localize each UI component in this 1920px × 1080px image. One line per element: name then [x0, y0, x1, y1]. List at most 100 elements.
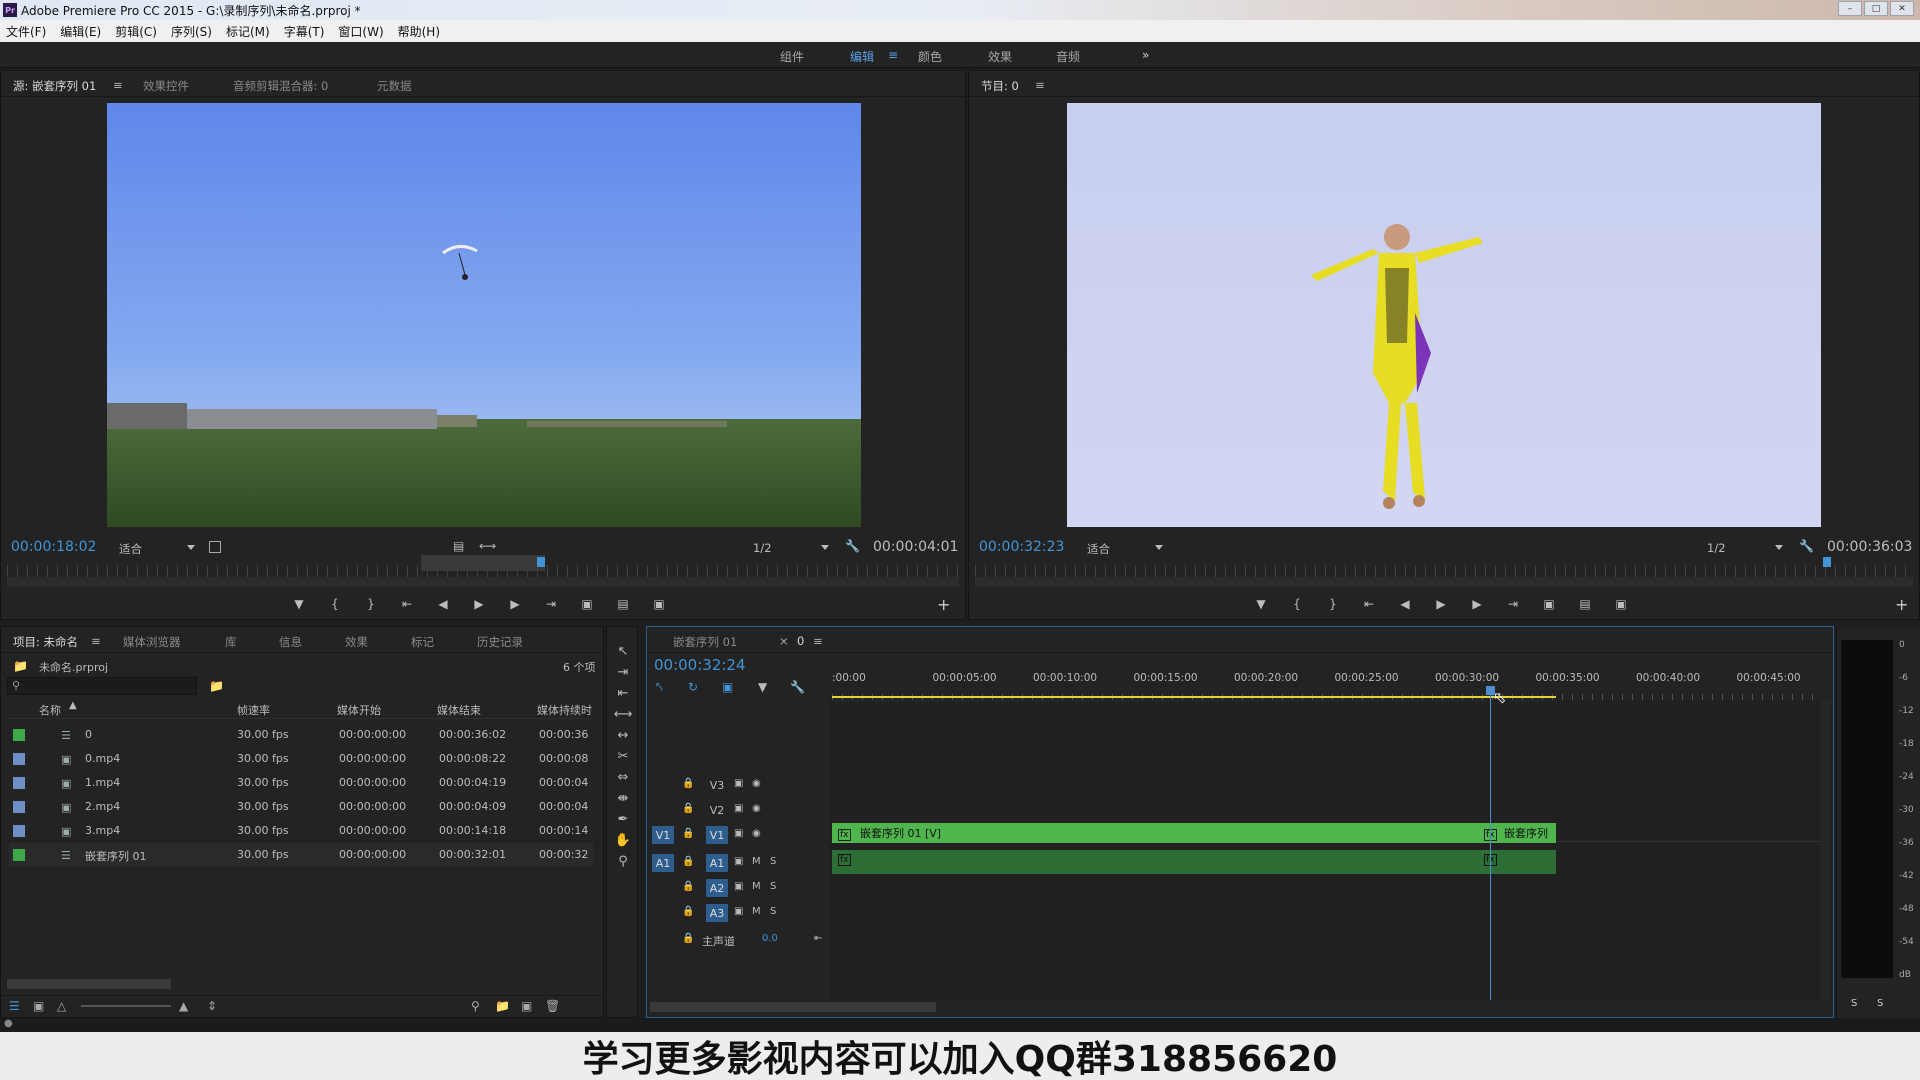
- table-row[interactable]: ▣ 0.mp4 30.00 fps 00:00:00:00 00:00:08:22 00:…: [9, 747, 593, 771]
- overwrite-icon[interactable]: ▤: [613, 595, 633, 613]
- rolling-edit-tool-icon[interactable]: ⟷: [614, 706, 633, 722]
- insert-icon[interactable]: ▣: [577, 595, 597, 613]
- hand-tool-icon[interactable]: ✋: [615, 832, 631, 848]
- new-bin-icon[interactable]: 📁: [495, 999, 510, 1013]
- tab-history[interactable]: 历史记录: [477, 634, 523, 650]
- workspace-editing[interactable]: 编辑: [850, 48, 874, 65]
- table-row[interactable]: ☰ 0 30.00 fps 00:00:00:00 00:00:36:02 00:00:3…: [9, 723, 593, 747]
- track-target-toggle[interactable]: V1: [706, 826, 728, 844]
- source-zoom-scrollbar[interactable]: [7, 577, 959, 587]
- go-to-in-icon[interactable]: ⇤: [1359, 595, 1379, 613]
- zoom-slider[interactable]: [81, 1005, 171, 1007]
- tab-audio-clip-mixer[interactable]: 音频剪辑混合器: 0: [233, 78, 328, 94]
- freeform-view-icon[interactable]: △: [57, 999, 66, 1013]
- column-media-start[interactable]: 媒体开始: [337, 702, 381, 718]
- timeline-horizontal-scrollbar[interactable]: [650, 1002, 936, 1012]
- tab-sequence-nested-01[interactable]: 嵌套序列 01: [673, 634, 737, 650]
- menu-sequence[interactable]: 序列(S): [171, 23, 212, 40]
- tab-source[interactable]: 源: 嵌套序列 01: [13, 78, 96, 94]
- play-icon[interactable]: ▶: [1431, 595, 1451, 613]
- add-marker-timeline-icon[interactable]: ▣: [722, 680, 733, 694]
- label-color-swatch[interactable]: [13, 825, 25, 837]
- new-item-icon[interactable]: ▣: [521, 999, 532, 1013]
- tab-effects[interactable]: 效果: [345, 634, 368, 650]
- table-row[interactable]: ☰ 嵌套序列 01 30.00 fps 00:00:00:00 00:00:32:01 0…: [9, 843, 593, 867]
- go-to-out-icon[interactable]: ⇤: [814, 933, 822, 944]
- table-row[interactable]: ▣ 3.mp4 30.00 fps 00:00:00:00 00:00:14:18 00:…: [9, 819, 593, 843]
- program-video-frame[interactable]: [1067, 103, 1821, 527]
- program-fit-dropdown[interactable]: 适合: [1087, 541, 1163, 557]
- close-tab-icon[interactable]: ×: [779, 634, 789, 648]
- timeline-panel-menu-icon[interactable]: ≡: [813, 634, 823, 648]
- menu-title[interactable]: 字幕(T): [284, 23, 325, 40]
- project-panel-menu-icon[interactable]: ≡: [91, 634, 101, 648]
- clip-a1-audio[interactable]: fx: [832, 850, 1478, 874]
- lock-icon[interactable]: 🔒: [682, 778, 694, 789]
- column-media-end[interactable]: 媒体结束: [437, 702, 481, 718]
- source-patch-toggle[interactable]: A1: [652, 854, 674, 872]
- maximize-button[interactable]: □: [1864, 1, 1888, 16]
- source-panel-menu-icon[interactable]: ≡: [113, 78, 123, 92]
- menu-edit[interactable]: 编辑(E): [60, 23, 101, 40]
- sync-lock-icon[interactable]: ▣: [734, 828, 743, 839]
- sync-lock-icon[interactable]: ▣: [734, 803, 743, 814]
- add-marker-icon[interactable]: ▼: [1251, 595, 1271, 613]
- timeline-vertical-scrollbar[interactable]: [1820, 700, 1830, 1000]
- sync-lock-icon[interactable]: ▣: [734, 906, 743, 917]
- source-patch-toggle[interactable]: V1: [652, 826, 674, 844]
- mark-in-icon[interactable]: {: [1287, 595, 1307, 613]
- workspace-assembly[interactable]: 组件: [780, 48, 804, 65]
- label-color-swatch[interactable]: [13, 753, 25, 765]
- rate-stretch-tool-icon[interactable]: ↔: [615, 727, 631, 743]
- extract-icon[interactable]: ▤: [1575, 595, 1595, 613]
- column-name[interactable]: 名称: [39, 702, 61, 718]
- menu-marker[interactable]: 标记(M): [226, 23, 270, 40]
- tab-media-browser[interactable]: 媒体浏览器: [123, 634, 181, 650]
- ripple-edit-tool-icon[interactable]: ⇤: [615, 685, 631, 701]
- list-view-icon[interactable]: ☰: [9, 999, 20, 1013]
- step-forward-icon[interactable]: ▶: [505, 595, 525, 613]
- export-frame-camera-icon[interactable]: ▣: [1611, 595, 1631, 613]
- label-color-swatch[interactable]: [13, 777, 25, 789]
- workspace-more-button[interactable]: »: [1142, 48, 1149, 62]
- program-time-ruler[interactable]: [975, 565, 1913, 577]
- program-zoom-scrollbar[interactable]: [975, 577, 1913, 587]
- timeline-timecode[interactable]: 00:00:32:24: [654, 656, 746, 674]
- table-row[interactable]: ▣ 2.mp4 30.00 fps 00:00:00:00 00:00:04:09 00:…: [9, 795, 593, 819]
- workspace-menu-icon[interactable]: ≡: [888, 48, 898, 62]
- source-playhead[interactable]: [537, 557, 545, 567]
- eye-icon[interactable]: ◉: [752, 803, 761, 814]
- slip-tool-icon[interactable]: ⇔: [615, 769, 631, 785]
- workspace-effects[interactable]: 效果: [988, 48, 1012, 65]
- meter-solo-right[interactable]: S: [1877, 998, 1883, 1009]
- track-target-toggle[interactable]: A3: [706, 904, 728, 922]
- linked-selection-icon[interactable]: ↻: [688, 680, 698, 694]
- new-bin-from-search-icon[interactable]: 📁: [209, 679, 224, 693]
- lock-icon[interactable]: 🔒: [682, 828, 694, 839]
- label-color-swatch[interactable]: [13, 729, 25, 741]
- label-color-swatch[interactable]: [13, 801, 25, 813]
- icon-view-icon[interactable]: ▣: [33, 999, 44, 1013]
- tab-info[interactable]: 信息: [279, 634, 302, 650]
- lock-icon[interactable]: 🔒: [682, 933, 694, 944]
- source-settings-wrench-icon[interactable]: 🔧: [845, 539, 860, 553]
- lock-icon[interactable]: 🔒: [682, 881, 694, 892]
- program-button-editor-plus-icon[interactable]: +: [1895, 595, 1908, 614]
- tab-metadata[interactable]: 元数据: [377, 78, 412, 94]
- source-timecode[interactable]: 00:00:18:02: [11, 539, 96, 555]
- solo-button[interactable]: S: [770, 856, 776, 867]
- table-row[interactable]: ▣ 1.mp4 30.00 fps 00:00:00:00 00:00:04:19 00:…: [9, 771, 593, 795]
- step-back-icon[interactable]: ◀: [1395, 595, 1415, 613]
- step-forward-icon[interactable]: ▶: [1467, 595, 1487, 613]
- step-back-icon[interactable]: ◀: [433, 595, 453, 613]
- menu-clip[interactable]: 剪辑(C): [115, 23, 157, 40]
- sort-icons-icon[interactable]: ▲: [179, 999, 188, 1013]
- project-horizontal-scrollbar[interactable]: [7, 979, 171, 989]
- mute-button[interactable]: M: [752, 881, 761, 892]
- mark-out-icon[interactable]: }: [1323, 595, 1343, 613]
- close-button[interactable]: ✕: [1890, 1, 1914, 16]
- solo-button[interactable]: S: [770, 881, 776, 892]
- lock-icon[interactable]: 🔒: [682, 906, 694, 917]
- source-video-frame[interactable]: [107, 103, 861, 527]
- minimize-button[interactable]: –: [1838, 1, 1862, 16]
